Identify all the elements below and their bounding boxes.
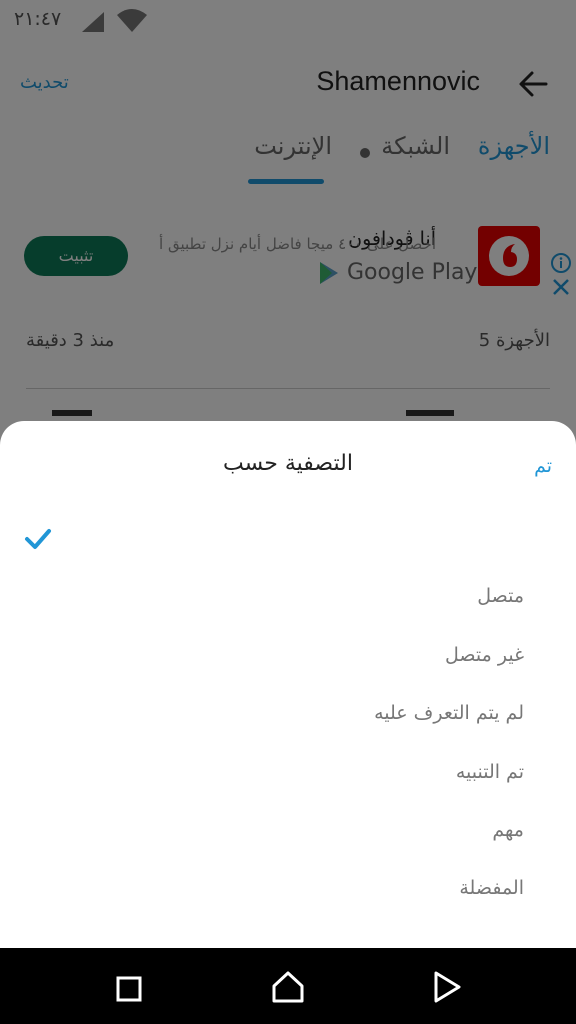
filter-option-disconnected[interactable]: غير متصل (445, 644, 524, 666)
recents-icon[interactable] (116, 976, 142, 1006)
filter-bottom-sheet: تم التصفية حسب متصل غير متصل لم يتم التع… (0, 421, 576, 948)
filter-option-connected[interactable]: متصل (477, 585, 524, 607)
home-icon[interactable] (270, 970, 306, 1008)
checkmark-icon[interactable] (24, 527, 52, 555)
filter-option-favorites[interactable]: المفضلة (459, 877, 524, 899)
navigation-bar (0, 948, 576, 1024)
sheet-title: التصفية حسب (223, 451, 353, 476)
filter-option-alerted[interactable]: تم التنبيه (456, 761, 524, 783)
filter-option-unrecognized[interactable]: لم يتم التعرف عليه (374, 702, 524, 724)
nav-back-icon[interactable] (432, 970, 462, 1008)
filter-option-important[interactable]: مهم (492, 819, 524, 841)
